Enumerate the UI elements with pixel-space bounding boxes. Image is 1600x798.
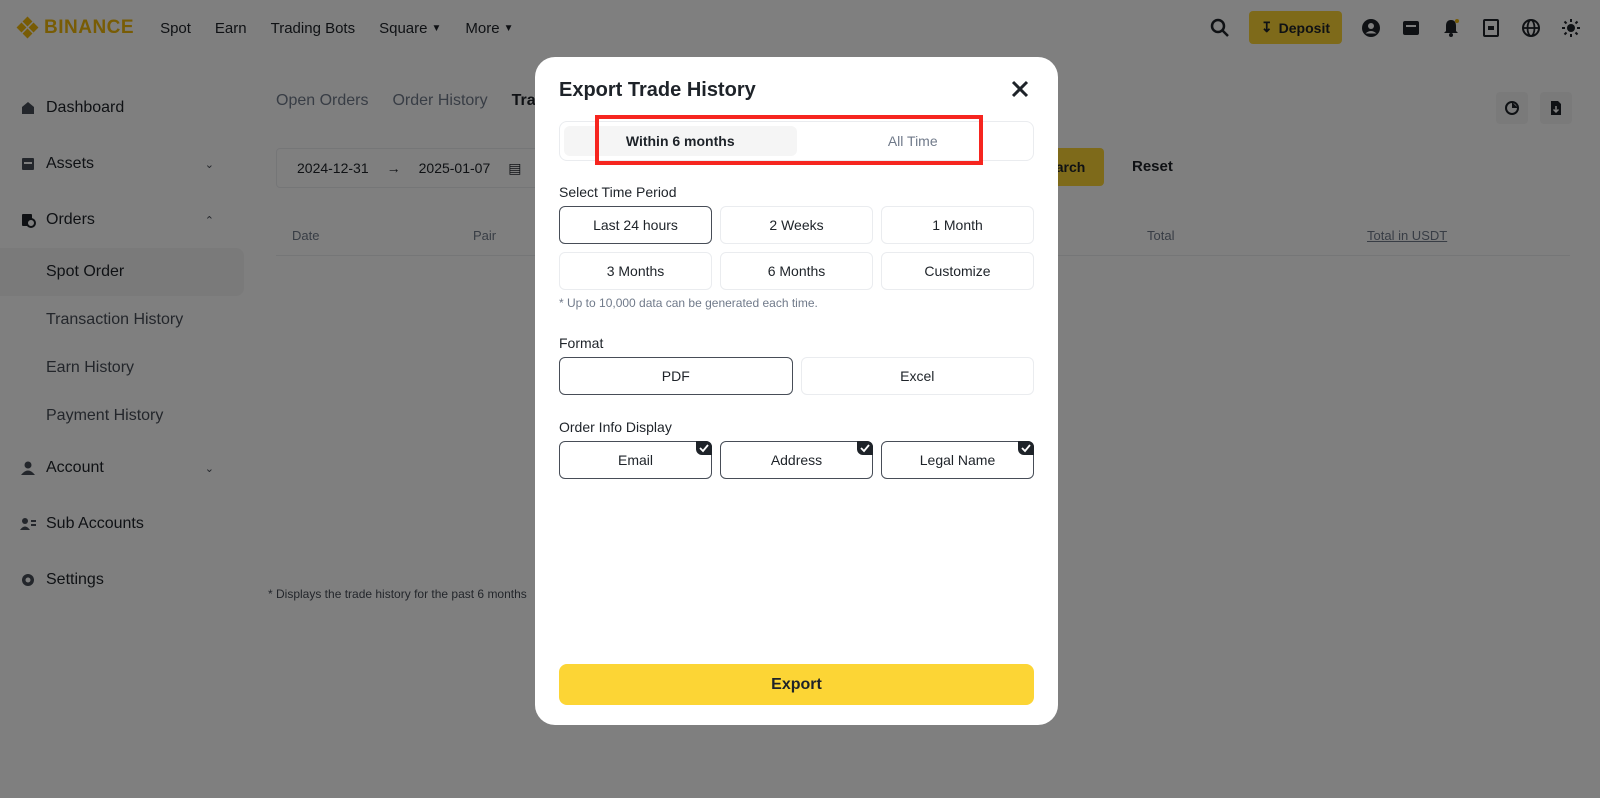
time-period-options: Last 24 hours 2 Weeks 1 Month 3 Months 6…	[559, 206, 1034, 290]
checkmark-icon	[857, 441, 873, 455]
time-option-customize[interactable]: Customize	[881, 252, 1034, 290]
time-option-3-months[interactable]: 3 Months	[559, 252, 712, 290]
checkmark-icon	[696, 441, 712, 455]
dialog-title: Export Trade History	[559, 79, 756, 101]
info-option-label: Email	[617, 452, 653, 468]
info-option-label: Legal Name	[919, 452, 996, 468]
close-icon[interactable]	[1008, 77, 1032, 101]
info-option-address[interactable]: Address	[720, 441, 873, 479]
data-limit-hint: * Up to 10,000 data can be generated eac…	[559, 296, 818, 310]
checkmark-icon	[1018, 441, 1034, 455]
range-segmented-control: Within 6 months All Time	[559, 121, 1034, 161]
info-option-label: Address	[770, 452, 823, 468]
format-option-excel[interactable]: Excel	[800, 357, 1034, 395]
time-period-label: Select Time Period	[559, 184, 677, 200]
time-option-2-weeks[interactable]: 2 Weeks	[720, 206, 873, 244]
info-option-email[interactable]: Email	[559, 441, 712, 479]
tab-all-time[interactable]: All Time	[797, 126, 1030, 156]
order-info-options: Email Address Legal Name	[559, 441, 1034, 479]
export-button[interactable]: Export	[559, 664, 1034, 705]
info-option-legal-name[interactable]: Legal Name	[881, 441, 1034, 479]
tab-within-6-months[interactable]: Within 6 months	[564, 126, 797, 156]
time-option-last-24-hours[interactable]: Last 24 hours	[559, 206, 712, 244]
order-info-display-label: Order Info Display	[559, 419, 672, 435]
export-button-label: Export	[771, 675, 822, 693]
export-trade-history-dialog: Export Trade History Within 6 months All…	[535, 57, 1058, 725]
time-option-6-months[interactable]: 6 Months	[720, 252, 873, 290]
format-label: Format	[559, 335, 604, 351]
time-option-1-month[interactable]: 1 Month	[881, 206, 1034, 244]
format-options: PDF Excel	[559, 357, 1034, 395]
format-option-pdf[interactable]: PDF	[559, 357, 793, 395]
